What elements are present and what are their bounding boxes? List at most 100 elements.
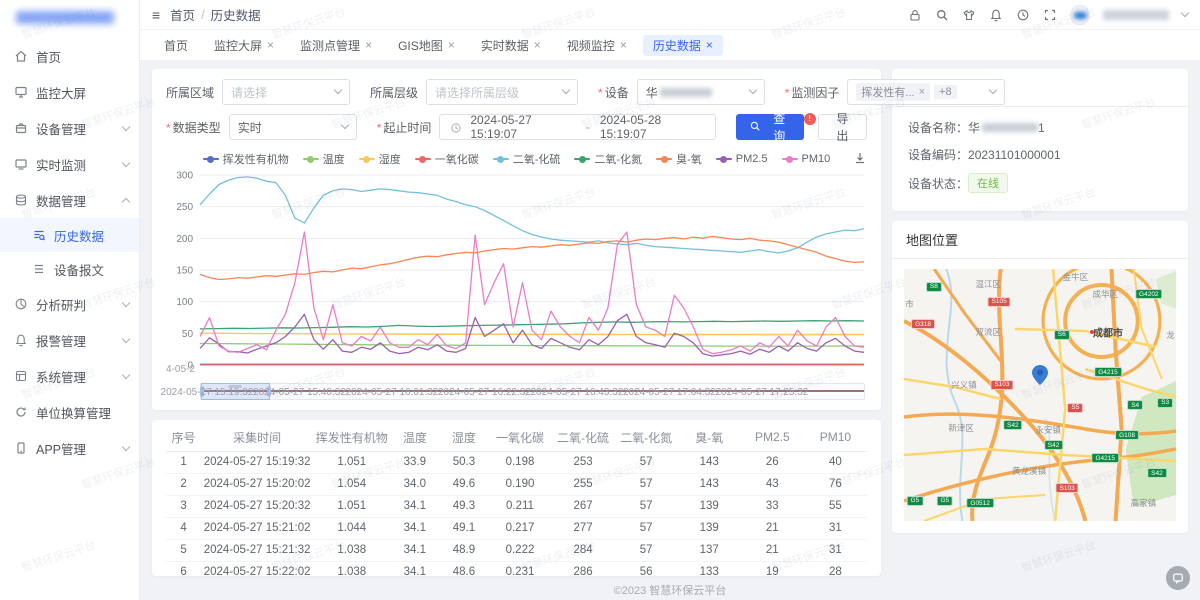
factor-select[interactable]: 挥发性有... × +8 [847, 79, 1005, 105]
table-cell: 48.9 [439, 539, 488, 561]
sidebar-item-database[interactable]: 数据管理 [0, 182, 139, 218]
chevron-down-icon [340, 121, 348, 129]
table-cell: 143 [678, 451, 741, 473]
device-code-row: 设备编码： 20231101000001 [908, 146, 1172, 163]
query-button[interactable]: 查询 ! [736, 114, 804, 140]
sidebar-item-alarm[interactable]: 报警管理 [0, 322, 139, 358]
tab-历史数据[interactable]: 历史数据× [643, 35, 723, 56]
table-cell: 139 [678, 517, 741, 539]
clock-icon[interactable] [1016, 8, 1030, 22]
tab-label: GIS地图 [398, 37, 443, 54]
chevron-down-icon [122, 370, 130, 378]
legend-item-PM2.5[interactable]: PM2.5 [716, 153, 768, 165]
sidebar-item-system[interactable]: 系统管理 [0, 358, 139, 394]
menu-collapse-icon[interactable]: ≡ [152, 7, 160, 23]
legend-item-一氧化碳[interactable]: 一氧化碳 [415, 151, 479, 167]
map-canvas[interactable]: 温江区金牛区成华区市双流区龙兴义镇新津区永安镇黄龙溪镇高家镇S8G4202S6G… [904, 269, 1176, 521]
table-cell: 143 [678, 473, 741, 495]
sidebar-subitem-history[interactable]: 历史数据 [0, 218, 139, 252]
export-button[interactable]: 导出 [818, 114, 867, 140]
tab-监测点管理[interactable]: 监测点管理× [290, 35, 382, 56]
legend-marker [415, 155, 431, 163]
table-cell: 3 [166, 495, 201, 517]
legend-item-挥发性有机物[interactable]: 挥发性有机物 [203, 151, 289, 167]
chevron-down-icon[interactable] [1181, 9, 1189, 17]
table-cell: 133 [678, 561, 741, 576]
series-二氧-化硫 [200, 177, 864, 253]
legend-item-温度[interactable]: 温度 [303, 151, 345, 167]
table-cell: 0.211 [488, 495, 551, 517]
datazoom-slider[interactable]: 2024-05-27 15:19:322024-05-27 15:40:3220… [200, 383, 865, 400]
tab-close-icon[interactable]: × [534, 39, 541, 51]
sidebar-item-app[interactable]: APP管理 [0, 430, 139, 466]
legend-item-二氧-化硫[interactable]: 二氧-化硫 [493, 151, 561, 167]
legend-item-二氧-化氮[interactable]: 二氧-化氮 [574, 151, 642, 167]
table-cell: 4 [166, 517, 201, 539]
sidebar-subitem-label: 历史数据 [54, 226, 104, 245]
chevron-down-icon [122, 122, 130, 130]
table-cell: 1.051 [313, 451, 390, 473]
data-type-select[interactable]: 实时 [229, 114, 357, 140]
legend-item-PM10[interactable]: PM10 [782, 153, 831, 165]
topbar: ≡ 首页 / 历史数据 [140, 0, 1200, 30]
sidebar-nav: 首页监控大屏设备管理实时监测数据管理历史数据设备报文分析研判报警管理系统管理单位… [0, 34, 139, 600]
tab-实时数据[interactable]: 实时数据× [471, 35, 551, 56]
table-cell: 49.3 [439, 495, 488, 517]
tab-close-icon[interactable]: × [706, 39, 713, 51]
alarm-icon [14, 333, 28, 347]
sidebar-item-device[interactable]: 设备管理 [0, 110, 139, 146]
chat-button[interactable] [1166, 566, 1190, 590]
table-header-cell: 温度 [390, 424, 439, 451]
tag-close-icon[interactable]: × [919, 86, 925, 98]
sidebar-subitem-message[interactable]: 设备报文 [0, 252, 139, 286]
table-cell: 267 [552, 495, 615, 517]
table-cell: 21 [741, 539, 804, 561]
download-icon[interactable] [853, 151, 867, 165]
sidebar-item-home[interactable]: 首页 [0, 38, 139, 74]
table-cell: 26 [741, 451, 804, 473]
x-axis-clipped-label: 4-05-2 [166, 364, 195, 375]
theme-icon[interactable] [962, 8, 976, 22]
chart-legend: 挥发性有机物温度湿度一氧化碳二氧-化硫二氧-化氮臭-氧 PM2.5 PM10 [166, 149, 867, 169]
tab-GIS地图[interactable]: GIS地图 × [388, 35, 465, 56]
level-select[interactable]: 请选择所属层级 [426, 79, 578, 105]
date-range-input[interactable]: 2024-05-27 15:19:07 - 2024-05-28 15:19:0… [439, 114, 716, 140]
analysis-icon [14, 297, 28, 311]
search-icon[interactable] [935, 8, 949, 22]
tab-监控大屏[interactable]: 监控大屏× [204, 35, 284, 56]
bell-icon[interactable] [989, 8, 1003, 22]
device-select[interactable]: 华 [637, 79, 765, 105]
history-table-panel: 序号采集时间挥发性有机物温度湿度一氧化碳二氧-化硫二氧-化氮臭-氧PM2.5PM… [152, 420, 881, 576]
lock-icon[interactable] [908, 8, 922, 22]
table-cell: 28 [804, 561, 867, 576]
legend-item-臭-氧[interactable]: 臭-氧 [656, 151, 702, 167]
sidebar-item-unit[interactable]: 单位换算管理 [0, 394, 139, 430]
fullscreen-icon[interactable] [1043, 8, 1057, 22]
tab-close-icon[interactable]: × [365, 39, 372, 51]
level-field: 所属层级 请选择所属层级 [370, 79, 578, 105]
device-status-row: 设备状态： 在线 [908, 173, 1172, 193]
svg-text:100: 100 [176, 297, 193, 308]
tab-close-icon[interactable]: × [448, 39, 455, 51]
table-cell: 1.038 [313, 561, 390, 576]
right-column: 设备信息 设备名称： 华 1 设备编码： 20231101000001 [892, 69, 1188, 576]
tab-close-icon[interactable]: × [267, 39, 274, 51]
tab-close-icon[interactable]: × [620, 39, 627, 51]
tab-首页[interactable]: 首页 [154, 35, 198, 56]
breadcrumb-home[interactable]: 首页 [170, 5, 195, 24]
legend-marker [782, 155, 798, 163]
tab-视频监控[interactable]: 视频监控× [557, 35, 637, 56]
factor-label: 监测因子 [785, 84, 840, 101]
level-placeholder: 请选择所属层级 [435, 84, 519, 101]
filter-row-2: 数据类型 实时 起止时间 2024-05-27 15:19:07 [166, 114, 867, 140]
avatar[interactable] [1070, 5, 1090, 25]
svg-text:200: 200 [176, 234, 193, 245]
history-line-chart[interactable]: 050100150200250300 4-05-2 [166, 169, 867, 381]
region-select[interactable]: 请选择 [222, 79, 350, 105]
sidebar-item-monitor[interactable]: 实时监测 [0, 146, 139, 182]
range-separator: - [584, 120, 592, 134]
table-cell: 139 [678, 495, 741, 517]
legend-item-湿度[interactable]: 湿度 [359, 151, 401, 167]
sidebar-item-analysis[interactable]: 分析研判 [0, 286, 139, 322]
sidebar-item-screen[interactable]: 监控大屏 [0, 74, 139, 110]
